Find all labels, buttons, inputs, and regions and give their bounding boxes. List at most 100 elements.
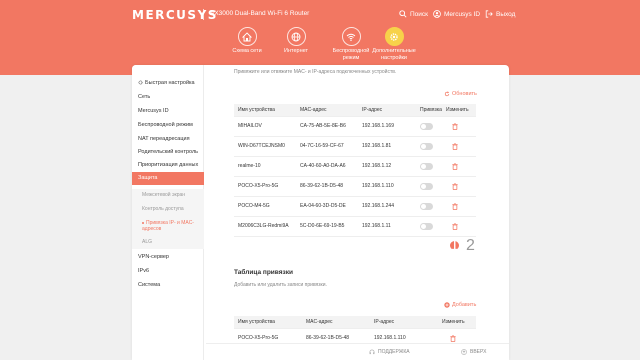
logout-link[interactable]: Выход bbox=[485, 10, 515, 18]
device-name: WIN-D67TCEJNSM0 bbox=[234, 136, 296, 157]
ip-address: 192.168.1.110 bbox=[358, 176, 420, 197]
refresh-button[interactable]: Обновить bbox=[444, 91, 477, 97]
trash-icon[interactable] bbox=[452, 182, 458, 190]
footer-bar: ПОДДЕРЖКА ВВЕРХ bbox=[206, 343, 509, 360]
sidebar-item-wireless[interactable]: Беспроводной режим bbox=[138, 122, 193, 128]
page-1-button[interactable]: 1 bbox=[450, 238, 459, 254]
sidebar-item-system[interactable]: Система bbox=[138, 282, 160, 288]
logout-icon bbox=[485, 10, 493, 18]
network-map-icon bbox=[242, 31, 252, 41]
ip-address: 192.168.1.12 bbox=[358, 156, 420, 177]
devices-rows: MIHAILOV CA-75-AB-5E-8E-B6 192.168.1.169 WI… bbox=[234, 116, 476, 237]
mac-address: 5C-D0-6E-69-19-B5 bbox=[296, 216, 358, 237]
wifi-icon bbox=[346, 33, 356, 41]
account-link[interactable]: Mercusys ID bbox=[433, 10, 480, 18]
nav-internet-label: Интернет bbox=[284, 48, 308, 54]
page-2-button[interactable]: 2 bbox=[466, 238, 475, 254]
nav-wireless-label: Беспроводной режим bbox=[332, 48, 370, 61]
mac-address: 04-7C-16-59-CF-67 bbox=[296, 136, 358, 157]
sidebar-item-security[interactable]: Защита bbox=[132, 172, 204, 185]
add-binding-button[interactable]: Добавить bbox=[444, 302, 476, 308]
binding-col-device-name: Имя устройства bbox=[234, 316, 302, 329]
mac-address: 86-39-62-1B-D5-48 bbox=[296, 176, 358, 197]
nav-internet[interactable]: Интернет bbox=[273, 27, 319, 55]
refresh-label: Обновить bbox=[452, 91, 477, 97]
sidebar-item-quick-setup[interactable]: Быстрая настройка bbox=[138, 80, 195, 86]
binding-table-title: Таблица привязки bbox=[234, 269, 293, 276]
ip-address: 192.168.1.244 bbox=[358, 196, 420, 217]
sidebar-item-nat[interactable]: NAT переадресация bbox=[138, 136, 190, 142]
sidebar-item-network[interactable]: Сеть bbox=[138, 94, 150, 100]
support-label: ПОДДЕРЖКА bbox=[378, 349, 410, 355]
trash-icon[interactable] bbox=[450, 334, 456, 342]
search-link[interactable]: Поиск bbox=[399, 10, 428, 18]
trash-icon[interactable] bbox=[452, 142, 458, 150]
content-area: Привяжите или отвяжите MAC- и IP-адреса … bbox=[204, 65, 509, 360]
globe-icon bbox=[291, 32, 301, 41]
logout-label: Выход bbox=[496, 10, 516, 18]
logo-divider bbox=[203, 9, 204, 20]
top-header: MERCUSYS AX3000 Dual-Band Wi-Fi 6 Router… bbox=[0, 0, 640, 75]
col-device-name: Имя устройства bbox=[234, 104, 296, 117]
table-row: M2006C3LG-Redmi9A 5C-D0-6E-69-19-B5 192.16… bbox=[234, 216, 476, 237]
device-name: MIHAILOV bbox=[234, 116, 296, 137]
account-label: Mercusys ID bbox=[444, 10, 481, 18]
device-name: M2006C3LG-Redmi9A bbox=[234, 216, 296, 237]
trash-icon[interactable] bbox=[452, 162, 458, 170]
binding-toggle[interactable] bbox=[420, 122, 433, 130]
binding-col-mac: MAC-адрес bbox=[302, 316, 370, 329]
binding-toggle[interactable] bbox=[420, 162, 433, 170]
gear-icon bbox=[138, 80, 143, 85]
nav-network-map-label: Схема сети bbox=[232, 48, 262, 54]
headset-icon bbox=[369, 349, 375, 355]
mac-address: EA-04-60-3D-D5-DE bbox=[296, 196, 358, 217]
sidebar-sub-access-control[interactable]: Контроль доступа bbox=[142, 206, 184, 212]
back-to-top-link[interactable]: ВВЕРХ bbox=[461, 349, 486, 355]
table-header: Имя устройства MAC-адрес IP-адрес Привяз… bbox=[234, 104, 476, 117]
binding-col-edit: Изменить bbox=[438, 316, 476, 329]
sidebar-item-ipv6[interactable]: IPv6 bbox=[138, 268, 149, 274]
sidebar-submenu: Межсетевой экран Контроль доступа Привяз… bbox=[132, 189, 204, 249]
binding-table-header: Имя устройства MAC-адрес IP-адрес Измени… bbox=[234, 316, 476, 329]
refresh-icon bbox=[444, 91, 450, 97]
device-name: POCO-X5-Pro-5G bbox=[234, 176, 296, 197]
col-ip: IP-адрес bbox=[358, 104, 420, 117]
arrow-up-icon bbox=[461, 349, 467, 355]
trash-icon[interactable] bbox=[452, 222, 458, 230]
table-row: MIHAILOV CA-75-AB-5E-8E-B6 192.168.1.169 bbox=[234, 116, 476, 137]
sidebar-item-vpn[interactable]: VPN-сервер bbox=[138, 254, 169, 260]
nav-advanced[interactable]: Дополнительные настройки bbox=[371, 27, 417, 61]
gear-icon bbox=[390, 32, 398, 41]
binding-table-description: Добавить или удалить записи привязки. bbox=[234, 282, 327, 288]
sidebar-sub-ip-mac-binding[interactable]: Привязка IP- и MAC-адресов bbox=[142, 220, 200, 232]
table-row: realme-10 CA-40-60-A0-DA-A6 192.168.1.12 bbox=[234, 156, 476, 177]
brand-logo[interactable]: MERCUSYS bbox=[132, 8, 218, 22]
binding-toggle[interactable] bbox=[420, 142, 433, 150]
ip-address: 192.168.1.81 bbox=[358, 136, 420, 157]
sidebar-item-mercusys-id[interactable]: Mercusys ID bbox=[138, 108, 169, 114]
support-link[interactable]: ПОДДЕРЖКА bbox=[369, 349, 410, 355]
table-row: POCO-X5-Pro-5G 86-39-62-1B-D5-48 192.168.1… bbox=[234, 176, 476, 197]
binding-toggle[interactable] bbox=[420, 182, 433, 190]
nav-advanced-label: Дополнительные настройки bbox=[372, 48, 416, 61]
trash-icon[interactable] bbox=[452, 202, 458, 210]
sidebar-sub-alg[interactable]: ALG bbox=[142, 239, 152, 245]
sidebar-item-parental[interactable]: Родительский контроль bbox=[138, 149, 198, 155]
current-dot bbox=[142, 221, 144, 224]
trash-icon[interactable] bbox=[452, 122, 458, 130]
ip-address: 192.168.1.169 bbox=[358, 116, 420, 137]
sidebar-sub-firewall[interactable]: Межсетевой экран bbox=[142, 192, 185, 198]
device-name: POCO-M4-5G bbox=[234, 196, 296, 217]
binding-toggle[interactable] bbox=[420, 222, 433, 230]
binding-toggle[interactable] bbox=[420, 202, 433, 210]
device-name: realme-10 bbox=[234, 156, 296, 177]
main-panel: Быстрая настройка Сеть Mercusys ID Беспр… bbox=[132, 65, 509, 360]
nav-wireless[interactable]: Беспроводной режим bbox=[328, 27, 374, 61]
table-row: WIN-D67TCEJNSM0 04-7C-16-59-CF-67 192.168.… bbox=[234, 136, 476, 157]
col-mac: MAC-адрес bbox=[296, 104, 358, 117]
sidebar-item-qos[interactable]: Приоритизация данных bbox=[138, 162, 198, 168]
back-to-top-label: ВВЕРХ bbox=[470, 349, 487, 355]
model-name: AX3000 Dual-Band Wi-Fi 6 Router bbox=[210, 10, 310, 17]
nav-network-map[interactable]: Схема сети bbox=[224, 27, 270, 55]
col-binding: Привязка bbox=[420, 104, 442, 117]
